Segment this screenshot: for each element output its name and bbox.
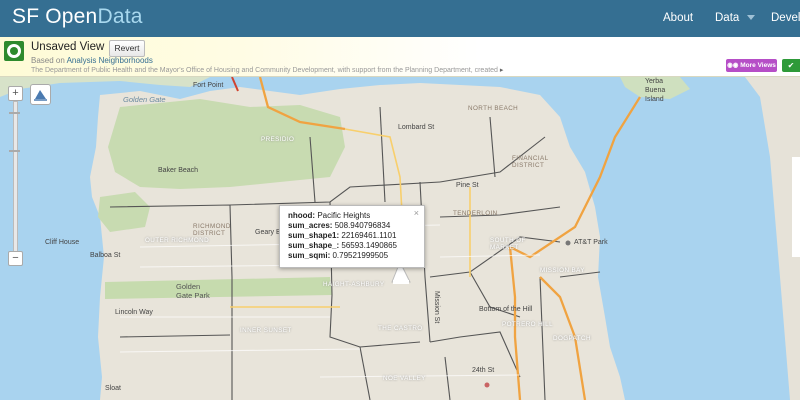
label-pine: Pine St — [456, 182, 479, 189]
label-fort-point: Fort Point — [193, 82, 224, 89]
label-noe-valley: NOE VALLEY — [383, 375, 426, 382]
popup-key: sum_shape_: — [288, 241, 340, 250]
feature-info-popup: × nhood: Pacific Heights sum_acres: 508.… — [279, 205, 425, 268]
popup-key: nhood: — [288, 211, 316, 220]
popup-row-shape1: sum_shape1: 22169461.1101 — [288, 231, 396, 240]
view-title: Unsaved View — [31, 41, 105, 53]
label-inner-sunset: INNER SUNSET — [240, 327, 292, 334]
label-lincoln: Lincoln Way — [115, 309, 153, 316]
nav-about[interactable]: About — [663, 12, 693, 24]
label-24th: 24th St — [472, 367, 495, 374]
label-yerba-buena: Yerba Buena Island — [645, 78, 666, 103]
based-on-prefix: Based on — [31, 56, 65, 65]
nav-data-label: Data — [715, 12, 740, 24]
popup-row-nhood: nhood: Pacific Heights — [288, 211, 370, 220]
label-golden-gate: Golden Gate — [123, 95, 166, 104]
share-button[interactable]: ✔ — [782, 59, 800, 72]
zoom-slider-handle[interactable] — [9, 150, 20, 152]
brand-text-sf: SF Open — [12, 5, 98, 28]
chevron-down-icon — [747, 15, 756, 21]
popup-row-sqmi: sum_sqmi: 0.79521999505 — [288, 251, 388, 260]
label-sloat: Sloat — [105, 385, 121, 392]
close-icon[interactable]: × — [414, 208, 419, 218]
nav-developers[interactable]: Devel — [771, 12, 800, 24]
based-on-line: Based on Analysis Neighborhoods — [31, 56, 153, 65]
map-view-icon — [4, 41, 24, 61]
brand-text-data: Data — [97, 5, 143, 28]
binoculars-icon: ◉◉ — [727, 62, 739, 69]
expand-arrow-icon[interactable]: ▸ — [500, 67, 504, 74]
dataset-description: The Department of Public Health and the … — [31, 66, 503, 74]
label-bottom-of-the-hill: Bottom of the Hill — [479, 306, 533, 313]
basemap-layers-button[interactable] — [30, 84, 51, 105]
zoom-in-button[interactable]: + — [8, 86, 23, 101]
popup-key: sum_sqmi: — [288, 251, 331, 260]
popup-row-shape: sum_shape_: 56593.1490865 — [288, 241, 397, 250]
popup-key: sum_acres: — [288, 221, 333, 230]
label-baker-beach: Baker Beach — [158, 167, 199, 174]
label-outer-richmond: OUTER RICHMOND — [145, 237, 210, 244]
popup-key: sum_shape1: — [288, 231, 340, 240]
label-lombard: Lombard St — [398, 124, 435, 131]
label-presidio: PRESIDIO — [261, 136, 295, 143]
label-south-market: SOUTH OF MARKET — [490, 237, 526, 251]
label-cliff-house: Cliff House — [45, 239, 80, 246]
label-castro: THE CASTRO — [378, 325, 423, 332]
label-haight: HAIGHT-ASHBURY — [323, 281, 385, 288]
label-att-park: AT&T Park — [574, 239, 608, 246]
label-mission-bay: MISSION BAY — [540, 267, 585, 274]
zoom-out-button[interactable]: − — [8, 251, 23, 266]
popup-value: 56593.1490865 — [341, 241, 397, 250]
label-potrero-hill: POTRERO HILL — [502, 321, 553, 328]
layers-icon — [34, 90, 47, 101]
label-richmond: RICHMOND DISTRICT — [193, 223, 231, 237]
nav-data[interactable]: Data — [715, 12, 756, 24]
zoom-slider[interactable] — [13, 101, 18, 253]
label-financial: FINANCIAL DISTRICT — [512, 155, 549, 169]
label-dogpatch: DOGPATCH — [553, 335, 591, 342]
popup-value: 508.940796834 — [334, 221, 391, 230]
label-tenderloin: TENDERLOIN — [453, 210, 498, 217]
zoom-slider-tick — [9, 112, 20, 114]
more-views-label: More Views — [740, 62, 776, 69]
based-on-link[interactable]: Analysis Neighborhoods — [67, 56, 153, 65]
top-navbar: SF OpenData About Data Devel — [0, 0, 800, 37]
label-north-beach: NORTH BEACH — [468, 105, 519, 112]
label-balboa: Balboa St — [90, 252, 121, 259]
description-text: The Department of Public Health and the … — [31, 67, 498, 74]
site-logo[interactable]: SF OpenData — [12, 5, 143, 29]
label-golden-gate-park: Golden Gate Park — [176, 282, 210, 300]
revert-button[interactable]: Revert — [109, 40, 145, 57]
popup-value: 0.79521999505 — [332, 251, 389, 260]
more-views-button[interactable]: ◉◉ More Views — [726, 59, 777, 72]
popup-row-acres: sum_acres: 508.940796834 — [288, 221, 390, 230]
label-mission-st: Mission St — [433, 291, 440, 324]
popup-value: Pacific Heights — [317, 211, 371, 220]
popup-value: 22169461.1101 — [341, 231, 397, 240]
